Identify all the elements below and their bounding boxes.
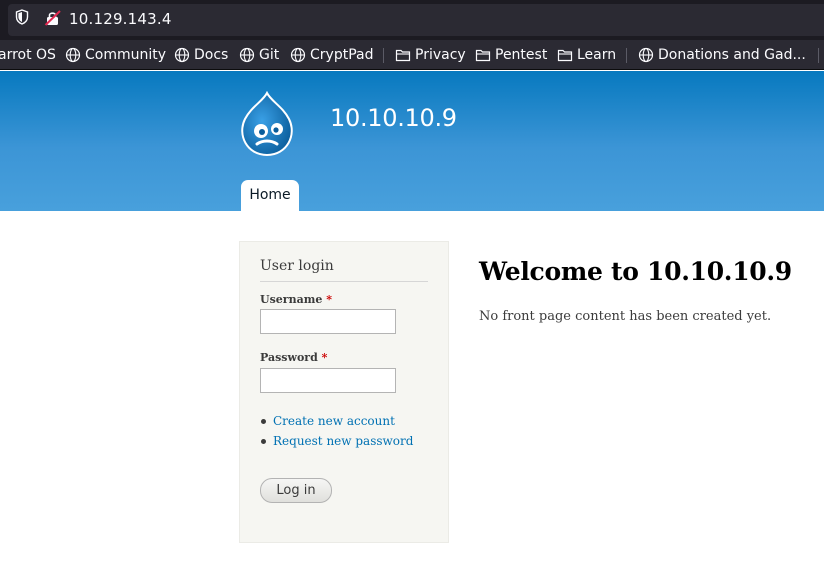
globe-icon [65, 47, 81, 63]
bookmark-label: arrot OS [0, 47, 56, 63]
bookmark-folder-pentest[interactable]: Pentest [475, 46, 547, 64]
list-item: Request new password [260, 432, 413, 452]
globe-icon [174, 47, 190, 63]
browser-toolbar: 10.129.143.4 [0, 0, 824, 40]
create-account-link[interactable]: Create new account [273, 414, 395, 428]
request-password-link[interactable]: Request new password [273, 434, 413, 448]
bookmark-cryptpad[interactable]: CryptPad [290, 46, 373, 64]
bookmark-parrot-os[interactable]: arrot OS [0, 46, 56, 64]
password-label: Password * [260, 351, 328, 364]
front-page-message: No front page content has been created y… [479, 309, 772, 324]
list-item: Create new account [260, 412, 413, 432]
globe-icon [239, 47, 255, 63]
folder-icon [395, 49, 411, 62]
password-input[interactable] [260, 368, 396, 393]
bookmark-separator [818, 48, 819, 63]
site-name[interactable]: 10.10.10.9 [330, 104, 457, 132]
shield-icon[interactable] [15, 9, 29, 25]
url-text[interactable]: 10.129.143.4 [69, 10, 172, 28]
globe-icon [290, 47, 306, 63]
bookmark-label: Git [259, 47, 280, 63]
block-title: User login [260, 258, 428, 282]
drupal-logo-icon[interactable] [237, 91, 297, 157]
bookmark-folder-privacy[interactable]: Privacy [395, 46, 466, 64]
insecure-lock-icon[interactable] [44, 10, 62, 26]
bookmark-folder-learn[interactable]: Learn [557, 46, 616, 64]
bookmark-label: Learn [577, 47, 617, 63]
login-button[interactable]: Log in [260, 478, 332, 503]
bookmark-separator [626, 48, 627, 63]
bookmark-label: Pentest [495, 47, 548, 63]
username-input[interactable] [260, 309, 396, 334]
bookmark-donations[interactable]: Donations and Gad... [638, 46, 806, 64]
bullet [261, 419, 266, 424]
folder-icon [475, 49, 491, 62]
required-marker: * [321, 351, 328, 364]
bookmark-label: Privacy [415, 47, 466, 63]
bookmark-docs[interactable]: Docs [174, 46, 228, 64]
required-marker: * [326, 293, 332, 306]
bookmark-label: Docs [194, 47, 229, 63]
username-label: Username * [260, 293, 332, 306]
bookmark-community[interactable]: Community [65, 46, 166, 64]
bookmark-label: Community [85, 47, 167, 63]
account-links: Create new account Request new password [260, 412, 413, 452]
bookmarks-toolbar: arrot OS Community Docs Git CryptPad Pri… [0, 40, 824, 70]
bookmark-git[interactable]: Git [239, 46, 279, 64]
bookmark-label: CryptPad [310, 47, 374, 63]
folder-icon [557, 49, 573, 62]
bookmark-label: Donations and Gad... [658, 47, 806, 63]
nav-tab-home[interactable]: Home [241, 180, 299, 211]
user-login-block: User login Username * Password * Create … [239, 241, 449, 543]
site-header: 10.10.10.9 Home [0, 71, 824, 211]
bullet [261, 439, 266, 444]
bookmark-separator [383, 48, 384, 63]
globe-icon [638, 47, 654, 63]
page-title: Welcome to 10.10.10.9 [479, 257, 792, 286]
